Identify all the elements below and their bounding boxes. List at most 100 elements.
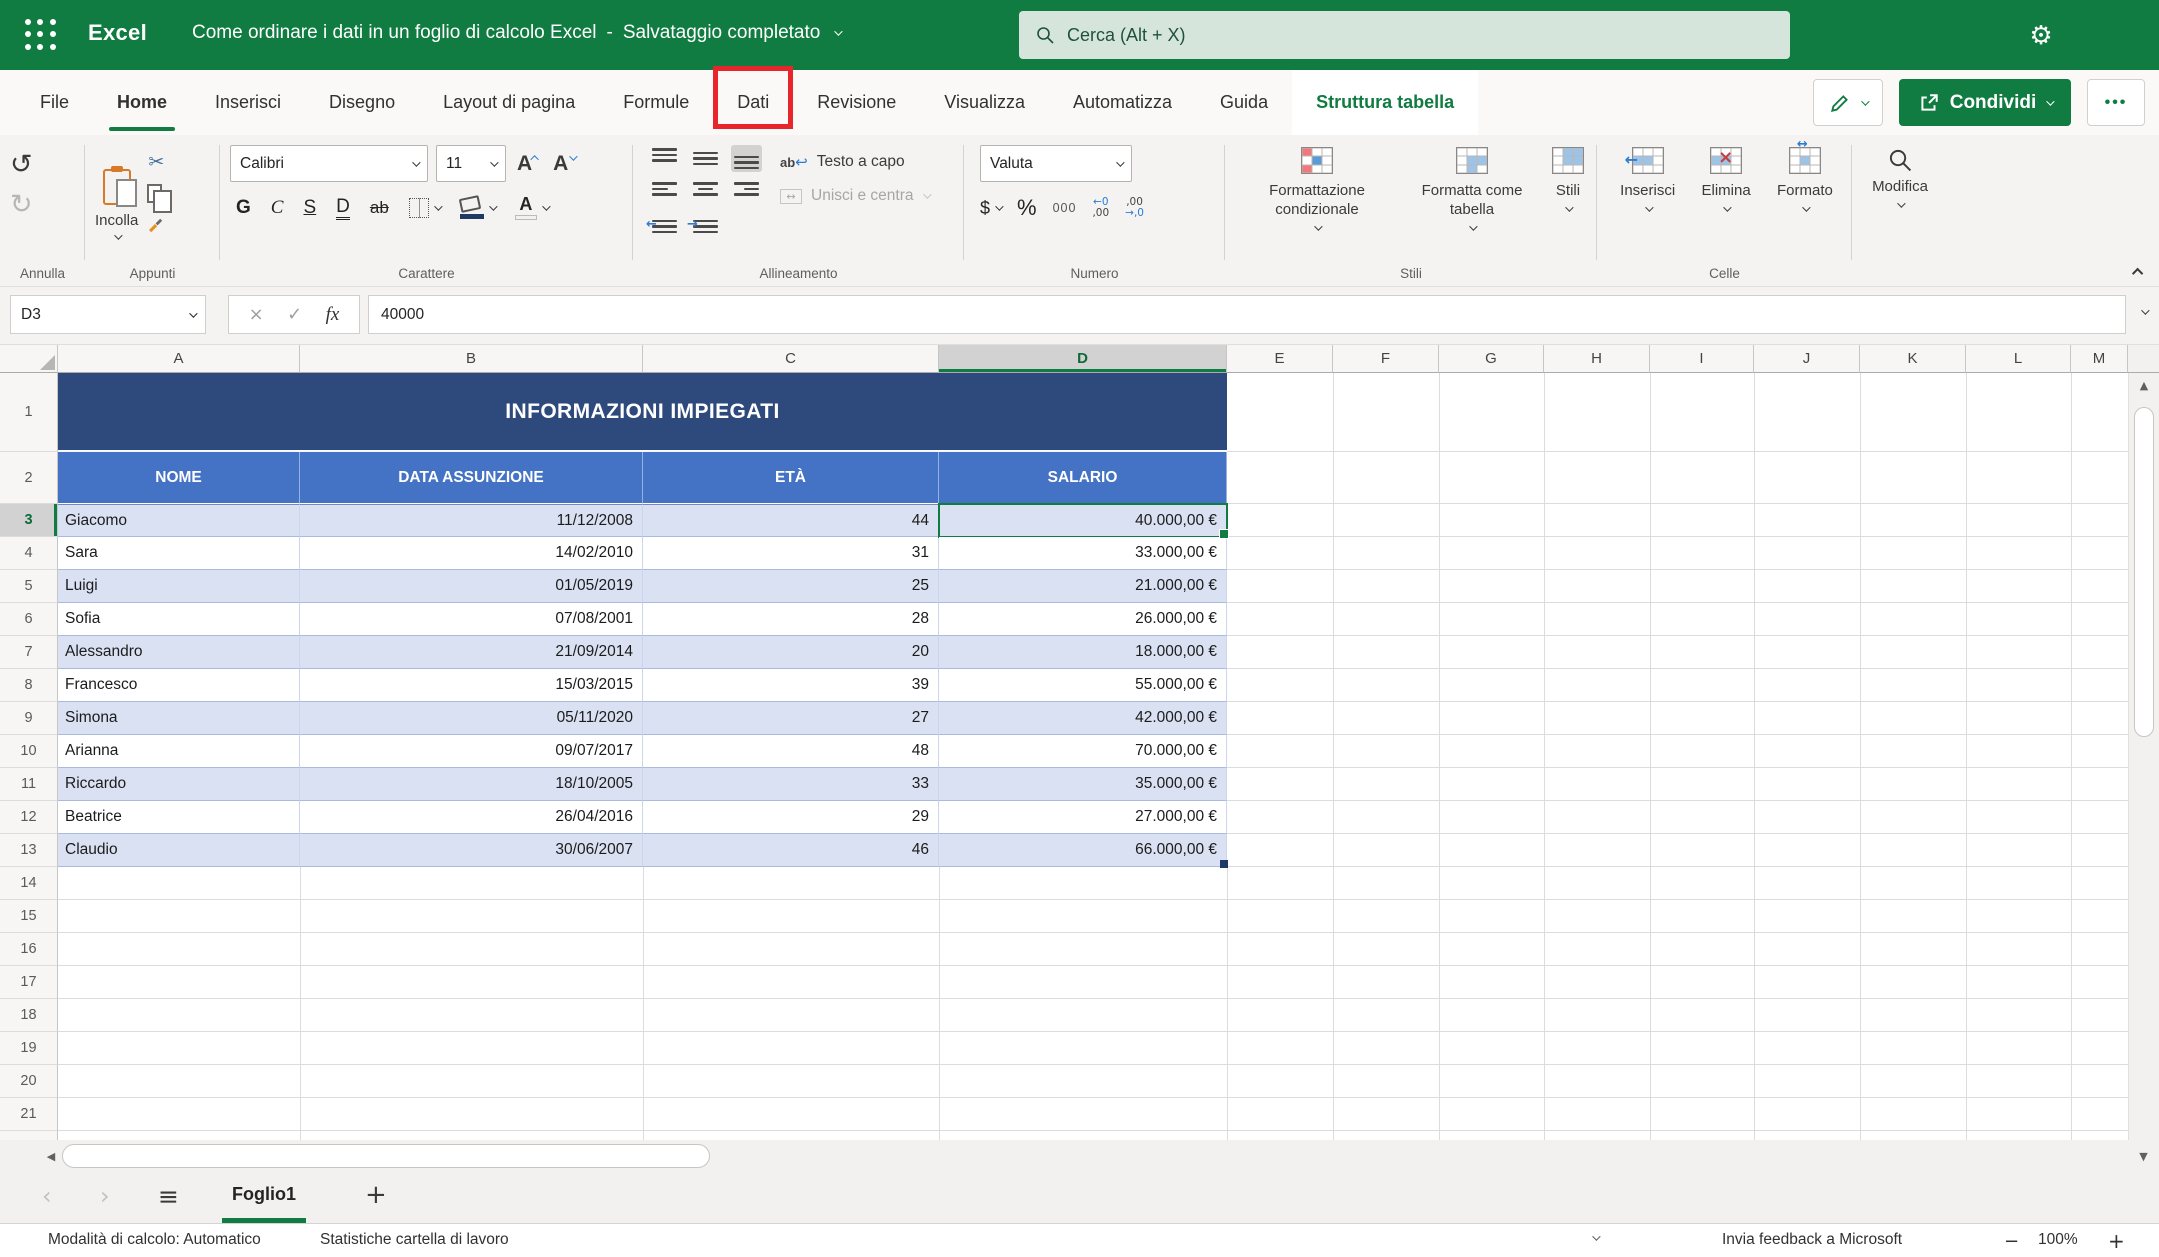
- increase-decimal-button[interactable]: ,00→,0: [1125, 197, 1144, 219]
- align-center-button[interactable]: [690, 179, 721, 206]
- align-top-button[interactable]: [649, 145, 680, 172]
- feedback-link[interactable]: Invia feedback a Microsoft: [1722, 1231, 1902, 1249]
- editing-mode-button[interactable]: [1813, 79, 1883, 126]
- currency-format-button[interactable]: $: [980, 198, 1001, 219]
- more-options-button[interactable]: •••: [2087, 79, 2145, 126]
- format-as-table-button[interactable]: Formatta come tabella: [1406, 147, 1538, 260]
- cell-salary[interactable]: 27.000,00 €: [939, 801, 1227, 834]
- ribbon-tab[interactable]: Inserisci: [191, 70, 305, 135]
- align-left-button[interactable]: [649, 179, 680, 206]
- cell-salary[interactable]: 26.000,00 €: [939, 603, 1227, 636]
- font-color-button[interactable]: A: [515, 196, 548, 220]
- share-button[interactable]: Condividi: [1899, 79, 2071, 126]
- previous-sheet-icon[interactable]: ‹: [42, 1182, 52, 1210]
- cell-hire-date[interactable]: 30/06/2007: [300, 834, 643, 867]
- grid-filler[interactable]: [58, 1065, 2159, 1098]
- add-sheet-icon[interactable]: +: [365, 1180, 387, 1210]
- column-header[interactable]: F: [1333, 345, 1439, 373]
- workbook-statistics-button[interactable]: Statistiche cartella di lavoro: [320, 1231, 509, 1249]
- grid-filler[interactable]: [1227, 669, 2128, 702]
- expand-formula-bar-icon[interactable]: [2141, 306, 2149, 314]
- cell-hire-date[interactable]: 11/12/2008: [300, 504, 643, 537]
- borders-button[interactable]: [409, 198, 440, 218]
- increase-font-size-button[interactable]: A: [514, 152, 542, 176]
- cell-hire-date[interactable]: 09/07/2017: [300, 735, 643, 768]
- row-header[interactable]: 13: [0, 834, 58, 867]
- cell-name[interactable]: Sofia: [58, 603, 300, 636]
- scroll-down-icon[interactable]: ▼: [2128, 1150, 2159, 1163]
- cell-hire-date[interactable]: 18/10/2005: [300, 768, 643, 801]
- undo-button[interactable]: ↺: [10, 151, 33, 177]
- ribbon-tab[interactable]: Revisione: [793, 70, 920, 135]
- cell-age[interactable]: 39: [643, 669, 939, 702]
- column-header[interactable]: A: [58, 345, 300, 373]
- ribbon-tab[interactable]: Visualizza: [920, 70, 1049, 135]
- cell-hire-date[interactable]: 05/11/2020: [300, 702, 643, 735]
- formula-input[interactable]: [368, 295, 2126, 334]
- cell-age[interactable]: 31: [643, 537, 939, 570]
- column-header[interactable]: J: [1754, 345, 1860, 373]
- grid-filler[interactable]: [1227, 570, 2128, 603]
- bold-button[interactable]: G: [236, 197, 251, 219]
- row-header[interactable]: 18: [0, 999, 58, 1032]
- grid-filler[interactable]: [1227, 768, 2128, 801]
- cell-salary[interactable]: 35.000,00 €: [939, 768, 1227, 801]
- align-right-button[interactable]: [731, 179, 762, 206]
- cell-salary[interactable]: 33.000,00 €: [939, 537, 1227, 570]
- row-header[interactable]: 8: [0, 669, 58, 702]
- cell-salary[interactable]: 55.000,00 €: [939, 669, 1227, 702]
- row-header[interactable]: 21: [0, 1098, 58, 1131]
- row-header[interactable]: 16: [0, 933, 58, 966]
- decrease-font-size-button[interactable]: A: [550, 152, 578, 176]
- cut-scissors-icon[interactable]: ✂: [148, 151, 164, 173]
- row-header[interactable]: 7: [0, 636, 58, 669]
- cell-name[interactable]: Claudio: [58, 834, 300, 867]
- align-middle-button[interactable]: [690, 145, 721, 172]
- grid-filler[interactable]: [1227, 504, 2128, 537]
- row-header[interactable]: 14: [0, 867, 58, 900]
- ribbon-tab[interactable]: Guida: [1196, 70, 1292, 135]
- cell-hire-date[interactable]: 14/02/2010: [300, 537, 643, 570]
- collapse-ribbon-icon[interactable]: [2132, 268, 2143, 279]
- column-header[interactable]: B: [300, 345, 643, 373]
- thousands-separator-button[interactable]: 000: [1053, 201, 1077, 215]
- cell-name[interactable]: Alessandro: [58, 636, 300, 669]
- cell-salary[interactable]: 70.000,00 €: [939, 735, 1227, 768]
- column-header[interactable]: H: [1544, 345, 1650, 373]
- grid-filler[interactable]: [58, 867, 2159, 900]
- cell-age[interactable]: 46: [643, 834, 939, 867]
- cell-name[interactable]: Beatrice: [58, 801, 300, 834]
- wrap-text-button[interactable]: ab↩ Testo a capo: [780, 153, 929, 171]
- grid-filler[interactable]: [58, 1098, 2159, 1131]
- cell-age[interactable]: 29: [643, 801, 939, 834]
- cell-age[interactable]: 33: [643, 768, 939, 801]
- scroll-left-icon[interactable]: ◀: [40, 1150, 62, 1163]
- format-cells-button[interactable]: ↔ Formato: [1777, 147, 1833, 260]
- table-column-header[interactable]: SALARIO: [939, 452, 1227, 504]
- table-column-header[interactable]: ETÀ: [643, 452, 939, 504]
- next-sheet-icon[interactable]: ›: [100, 1182, 110, 1210]
- grid-filler[interactable]: [58, 1131, 2159, 1140]
- grid-filler[interactable]: [1227, 603, 2128, 636]
- search-input[interactable]: [1067, 25, 1774, 46]
- align-bottom-button[interactable]: [731, 145, 762, 172]
- status-options-chevron-icon[interactable]: [1592, 1232, 1600, 1240]
- row-header[interactable]: 4: [0, 537, 58, 570]
- cell-name[interactable]: Sara: [58, 537, 300, 570]
- cell-age[interactable]: 25: [643, 570, 939, 603]
- grid-filler[interactable]: [58, 966, 2159, 999]
- cell-hire-date[interactable]: 15/03/2015: [300, 669, 643, 702]
- grid-filler[interactable]: [1227, 373, 2128, 452]
- vertical-scrollbar-thumb[interactable]: [2134, 407, 2154, 737]
- row-header[interactable]: 3: [0, 504, 58, 537]
- search-box[interactable]: [1019, 11, 1790, 59]
- grid-filler[interactable]: [1227, 537, 2128, 570]
- calculation-mode-status[interactable]: Modalità di calcolo: Automatico: [48, 1231, 261, 1249]
- insert-function-icon[interactable]: fx: [326, 304, 340, 326]
- cell-hire-date[interactable]: 07/08/2001: [300, 603, 643, 636]
- column-header[interactable]: C: [643, 345, 939, 373]
- italic-button[interactable]: C: [271, 197, 284, 219]
- horizontal-scrollbar-thumb[interactable]: [62, 1144, 710, 1168]
- row-header[interactable]: 1: [0, 373, 58, 452]
- grid-filler[interactable]: [1227, 636, 2128, 669]
